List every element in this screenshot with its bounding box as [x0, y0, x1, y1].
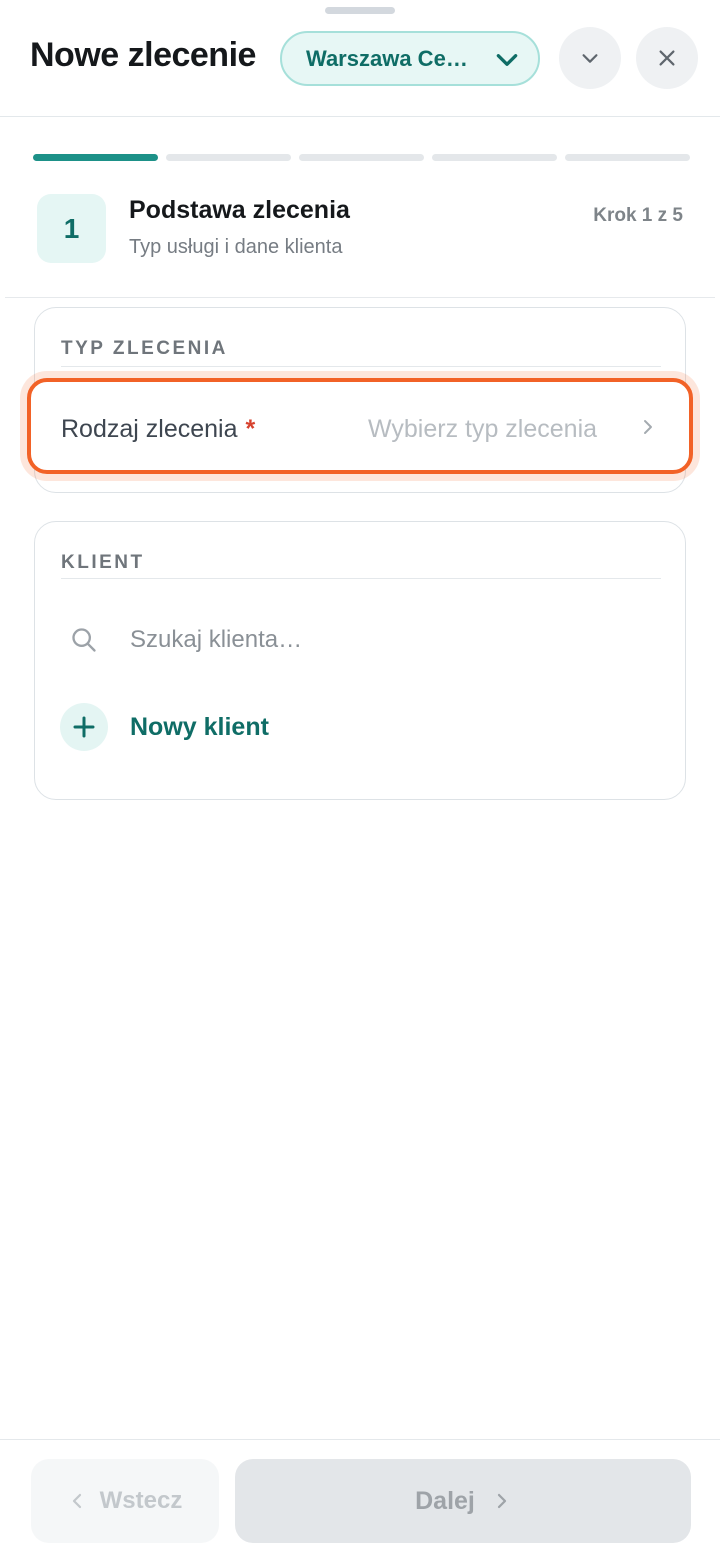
step-progress-bar: [33, 154, 690, 161]
chevron-right-icon: [644, 420, 652, 434]
back-button-label: Wstecz: [99, 1487, 183, 1514]
search-icon: [72, 628, 96, 652]
branch-selector[interactable]: Warszawa Centrum: [280, 31, 540, 86]
progress-segment-4: [432, 154, 557, 161]
step-counter: Krok 1 z 5: [593, 205, 683, 226]
page-title: Nowe zlecenie: [30, 36, 256, 74]
next-button-label: Dalej: [415, 1486, 475, 1515]
order-type-heading: TYP ZLECENIA: [61, 338, 228, 359]
client-card: KLIENT: [34, 521, 686, 800]
step-number-badge: 1: [37, 194, 106, 263]
progress-segment-3: [299, 154, 424, 161]
collapse-button[interactable]: [559, 27, 621, 89]
plus-icon-circle: [60, 703, 108, 751]
chevron-down-icon: [582, 54, 598, 63]
progress-segment-5: [565, 154, 690, 161]
section-divider: [61, 578, 661, 579]
section-divider: [61, 366, 661, 367]
chevron-down-icon: [496, 54, 518, 66]
chevron-right-icon: [497, 1493, 506, 1509]
required-marker: *: [245, 415, 256, 443]
next-button[interactable]: Dalej: [235, 1459, 691, 1543]
step-title: Podstawa zlecenia: [129, 196, 350, 224]
back-button[interactable]: Wstecz: [31, 1459, 219, 1543]
progress-segment-1: [33, 154, 158, 161]
close-icon: [659, 50, 675, 66]
divider: [5, 297, 715, 298]
new-client-label: Nowy klient: [130, 712, 269, 741]
new-client-button[interactable]: Nowy klient: [60, 703, 269, 751]
order-type-placeholder: Wybierz typ zlecenia: [368, 415, 598, 443]
client-heading: KLIENT: [61, 552, 145, 573]
branch-selector-label: Warszawa Centrum: [306, 45, 481, 71]
step-subtitle: Typ usługi i dane klienta: [129, 236, 343, 258]
footer-bar: Wstecz Dalej: [0, 1439, 720, 1561]
header: Nowe zlecenie Warszawa Centrum: [0, 0, 720, 117]
progress-segment-2: [166, 154, 291, 161]
client-search-input[interactable]: [130, 622, 650, 658]
chevron-left-icon: [72, 1493, 81, 1509]
close-button[interactable]: [636, 27, 698, 89]
order-type-select[interactable]: Rodzaj zlecenia * Wybierz typ zlecenia: [27, 378, 693, 474]
plus-icon: [73, 716, 95, 738]
order-type-label: Rodzaj zlecenia *: [61, 415, 256, 443]
